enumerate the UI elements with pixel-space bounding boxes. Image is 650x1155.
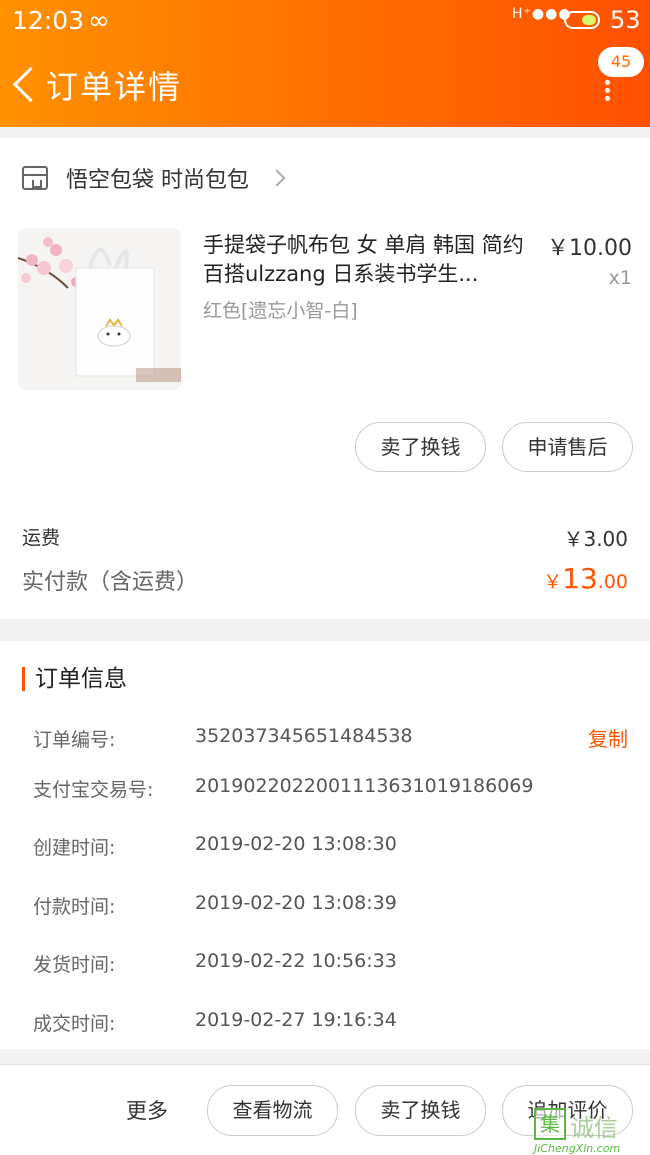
message-count-badge[interactable]: 45 [598, 47, 644, 77]
battery-level: 53 [610, 6, 641, 34]
more-button[interactable]: 更多 [126, 1095, 168, 1125]
paid-currency: ￥ [543, 571, 563, 593]
shop-name: 悟空包袋 时尚包包 [66, 168, 249, 193]
order-number-row: 订单编号: 352037345651484538 [33, 725, 633, 755]
product-price: ￥10.00 [547, 236, 632, 261]
info-label: 创建时间: [33, 837, 116, 859]
product-thumbnail[interactable] [18, 228, 181, 390]
chevron-right-icon [268, 169, 286, 187]
signal-icon: H⁺●●● [512, 6, 572, 22]
watermark-text: 诚信 [570, 1114, 618, 1142]
after-sale-button[interactable]: 申请售后 [502, 422, 633, 472]
info-value: 2019-02-20 13:08:39 [195, 892, 397, 914]
shipping-value: ￥3.00 [563, 527, 628, 551]
sell-for-cash-button-bottom[interactable]: 卖了换钱 [355, 1085, 486, 1136]
paid-total-label: 实付款（含运费） [22, 570, 199, 595]
view-logistics-button[interactable]: 查看物流 [207, 1085, 338, 1136]
page-title: 订单详情 [46, 68, 183, 106]
product-sku: 红色[遗忘小智-白] [203, 300, 358, 322]
more-menu-icon[interactable] [600, 80, 614, 102]
tote-bag-image [18, 228, 181, 390]
info-label: 成交时间: [33, 1013, 116, 1035]
order-info-card: 订单信息 复制 订单编号: 352037345651484538 支付宝交易号:… [0, 641, 650, 1049]
status-bar: 12:03 ∞ H⁺●●● 53 [0, 0, 650, 42]
order-item-card: 悟空包袋 时尚包包 手提袋子帆布包 女 单肩 韩国 简约百搭ulzzang 日系… [0, 138, 650, 619]
loop-icon: ∞ [88, 6, 110, 36]
header-bar: 12:03 ∞ H⁺●●● 53 订单详情 45 [0, 0, 650, 127]
shipping-label: 运费 [22, 527, 61, 549]
info-value: 2019-02-27 19:16:34 [195, 1009, 397, 1031]
watermark-logo: 集 诚信 JiChengXin.com [534, 1108, 646, 1155]
watermark-box: 集 [534, 1108, 566, 1140]
info-label: 订单编号: [33, 729, 116, 751]
completed-time-row: 成交时间: 2019-02-27 19:16:34 [33, 1009, 633, 1039]
info-label: 付款时间: [33, 896, 116, 918]
store-icon [22, 166, 48, 190]
paid-decimal: .00 [597, 571, 628, 593]
order-info-title: 订单信息 [22, 667, 127, 691]
paid-integer: 13 [562, 562, 598, 595]
info-label: 支付宝交易号: [33, 779, 154, 801]
info-label: 发货时间: [33, 954, 116, 976]
status-time: 12:03 [12, 6, 85, 35]
created-time-row: 创建时间: 2019-02-20 13:08:30 [33, 833, 633, 863]
battery-icon [564, 11, 600, 29]
back-arrow-icon[interactable] [10, 64, 40, 104]
info-value: 352037345651484538 [195, 725, 413, 747]
paid-time-row: 付款时间: 2019-02-20 13:08:39 [33, 892, 633, 922]
product-title[interactable]: 手提袋子帆布包 女 单肩 韩国 简约百搭ulzzang 日系装书学生... [203, 231, 533, 289]
shipped-time-row: 发货时间: 2019-02-22 10:56:33 [33, 950, 633, 980]
nav-bar: 订单详情 45 [0, 42, 650, 127]
shop-link[interactable]: 悟空包袋 时尚包包 [22, 160, 286, 196]
alipay-trade-number-row: 支付宝交易号: 2019022022001113631019186069 [33, 775, 633, 805]
info-value: 2019-02-22 10:56:33 [195, 950, 397, 972]
watermark-url: JiChengXin.com [534, 1142, 621, 1155]
sell-for-cash-button[interactable]: 卖了换钱 [355, 422, 486, 472]
paid-total-value: ￥13.00 [543, 562, 628, 595]
product-quantity: x1 [608, 267, 632, 289]
info-value: 2019-02-20 13:08:30 [195, 833, 397, 855]
info-value: 2019022022001113631019186069 [195, 775, 534, 797]
